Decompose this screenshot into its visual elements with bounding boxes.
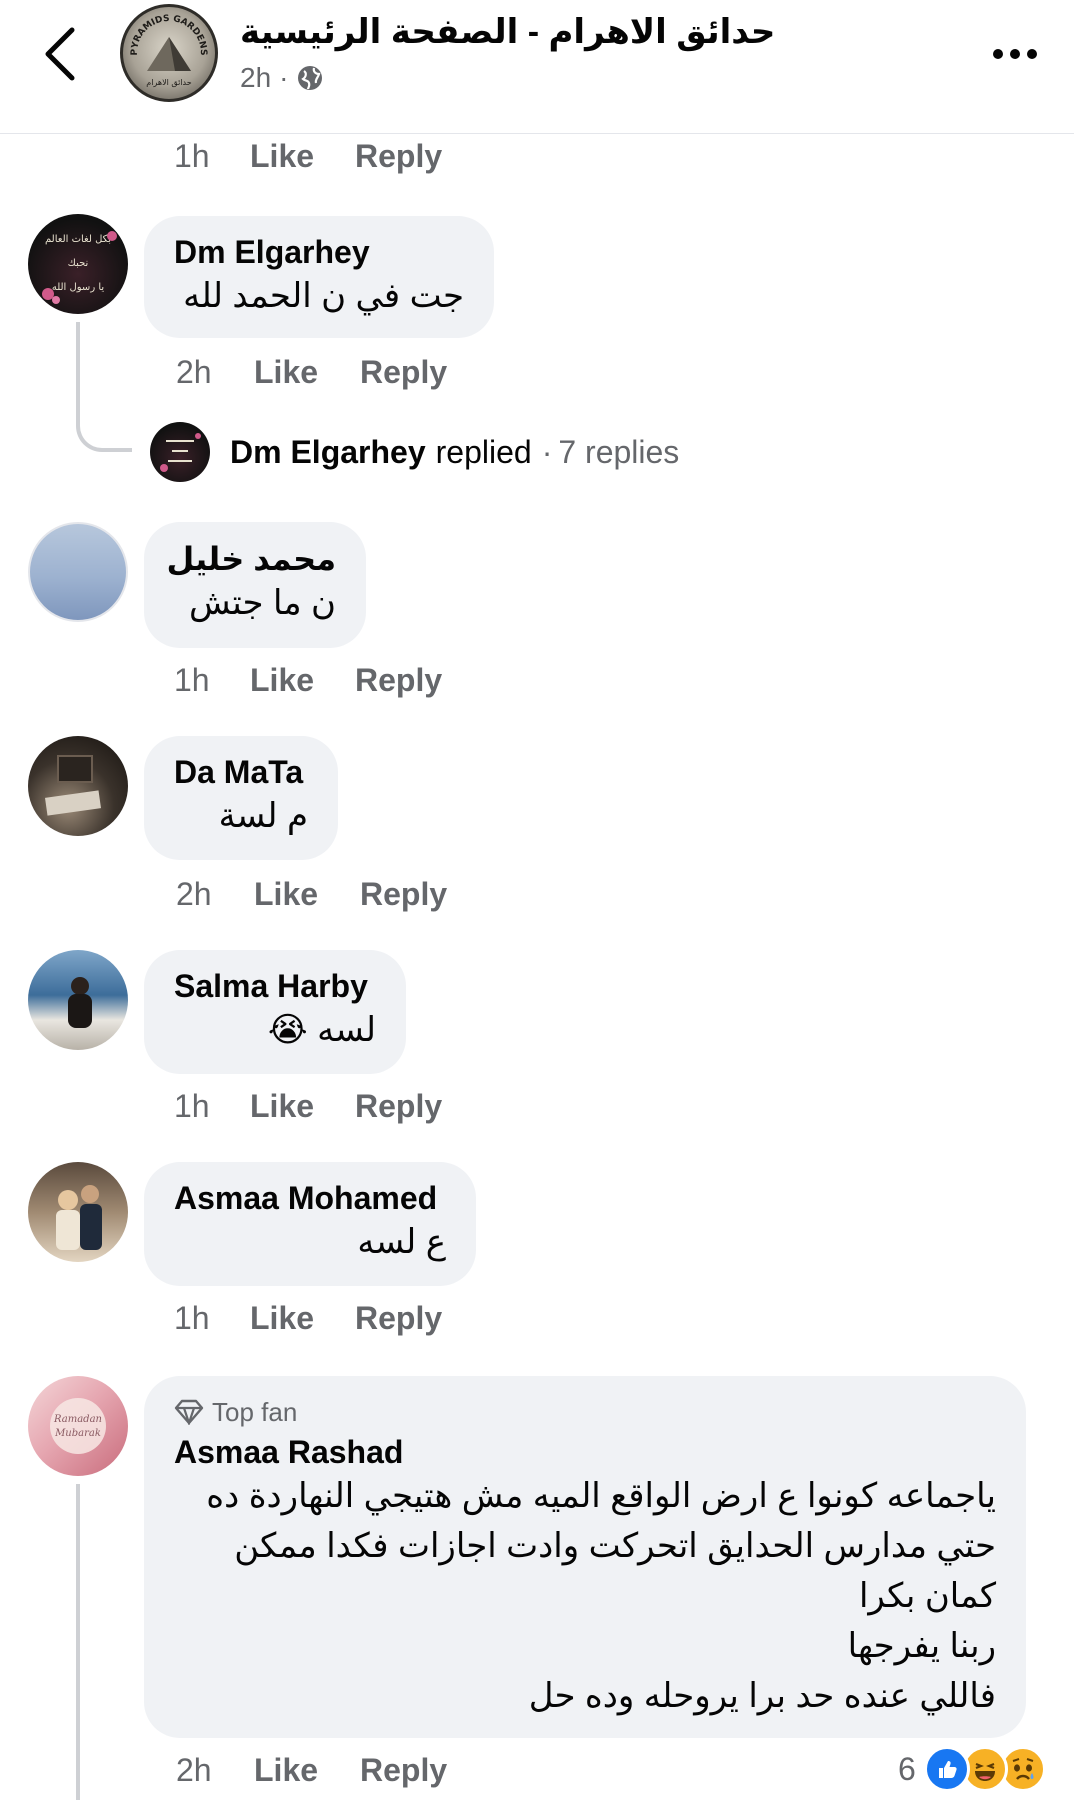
svg-text:بكل لغات العالم: بكل لغات العالم (45, 234, 111, 245)
like-button[interactable]: Like (250, 1300, 355, 1337)
reply-avatar (150, 422, 210, 482)
replied-label: replied (435, 433, 532, 470)
dot-icon (993, 49, 1003, 59)
avatar-image: Ramadan Mubarak (50, 1398, 106, 1454)
chevron-left-icon (45, 27, 75, 81)
more-options-button[interactable] (985, 34, 1045, 74)
reply-button[interactable]: Reply (355, 1300, 442, 1337)
like-button[interactable]: Like (250, 662, 355, 699)
reactions-summary[interactable]: 6 (898, 1746, 1046, 1792)
commenter-name[interactable]: Asmaa Mohamed (174, 1180, 446, 1217)
reply-button[interactable]: Reply (355, 1088, 442, 1125)
comment-time[interactable]: 2h (176, 876, 254, 913)
comment-time[interactable]: 2h (176, 354, 254, 391)
like-button[interactable]: Like (250, 1088, 355, 1125)
pyramids-logo: PYRAMIDS GARDENS حدائق الاهرام (130, 14, 208, 87)
svg-text:يا رسول الله: يا رسول الله (52, 282, 105, 293)
svg-text:Mubarak: Mubarak (54, 1428, 101, 1439)
crying-emoji: 😭 (267, 1010, 308, 1050)
comment-bubble[interactable]: محمد خليل ن ما جتش (144, 522, 366, 648)
thread-line (76, 1484, 80, 1800)
comment-bubble[interactable]: Dm Elgarhey جت في ن الحمد لله (144, 216, 494, 338)
comment-text-line: ربنا يفرجها (847, 1627, 996, 1665)
commenter-avatar[interactable]: بكل لغات العالم نحبك يا رسول الله (28, 214, 128, 314)
comment-bubble[interactable]: Da MaTa م لسة (144, 736, 338, 860)
comment-actions: 2h Like Reply (176, 876, 447, 913)
reply-button[interactable]: Reply (355, 662, 442, 699)
svg-text:نحبك: نحبك (68, 258, 89, 269)
like-button[interactable]: Like (254, 354, 360, 391)
comment-text-line: كمان بكرا (858, 1577, 996, 1615)
svg-text:حدائق الاهرام: حدائق الاهرام (146, 78, 191, 87)
like-reaction-icon (923, 1746, 970, 1792)
comment-bubble[interactable]: Salma Harby لسه 😭 (144, 950, 406, 1074)
replier-name[interactable]: Dm Elgarhey (230, 434, 426, 471)
comment-text: ن ما جتش (188, 584, 336, 622)
reply-button[interactable]: Reply (360, 1752, 447, 1789)
commenter-name[interactable]: Dm Elgarhey (174, 234, 464, 271)
like-button[interactable]: Like (254, 1752, 360, 1789)
avatar-image: بكل لغات العالم نحبك يا رسول الله (42, 231, 117, 304)
comment-time[interactable]: 1h (174, 138, 250, 175)
commenter-name[interactable]: محمد خليل (167, 540, 336, 578)
meta-separator: · (279, 62, 289, 93)
dot-icon (1010, 49, 1020, 59)
post-header: PYRAMIDS GARDENS حدائق الاهرام حدائق الا… (0, 0, 1074, 134)
commenter-avatar[interactable] (28, 1162, 128, 1262)
badge-label: Top fan (212, 1396, 298, 1427)
diamond-icon (174, 1399, 204, 1425)
commenter-name[interactable]: Da MaTa (174, 754, 308, 791)
comment-actions: 1h Like Reply (174, 1300, 442, 1337)
comment-bubble[interactable]: Top fan Asmaa Rashad ياجماعه كونوا ع ارض… (144, 1376, 1026, 1738)
post-meta: 2h · (240, 62, 324, 94)
comment-actions: 1h Like Reply (174, 1088, 442, 1125)
avatar-image (68, 977, 92, 1028)
comment-actions: 2h Like Reply (176, 354, 447, 391)
view-replies-link[interactable]: Dm Elgarhey replied · 7 replies (150, 422, 679, 482)
back-button[interactable] (38, 22, 82, 86)
reply-count: 7 replies (558, 433, 680, 470)
globe-icon (298, 66, 323, 90)
svg-text:Ramadan: Ramadan (53, 1414, 102, 1425)
comment-time[interactable]: 1h (174, 1300, 250, 1337)
top-fan-badge: Top fan (174, 1392, 996, 1432)
comment-text-line: حتي مدارس الحدايق اتحركت وادت اجازات فكد… (234, 1527, 996, 1565)
page-avatar[interactable]: PYRAMIDS GARDENS حدائق الاهرام (120, 4, 218, 102)
comment-time[interactable]: 2h (176, 1752, 254, 1789)
reply-connector (76, 322, 132, 452)
commenter-avatar[interactable] (28, 950, 128, 1050)
avatar-image (160, 433, 201, 472)
avatar-image (56, 1185, 102, 1250)
comment-actions: 1h Like Reply (174, 138, 442, 175)
page-title[interactable]: حدائق الاهرام - الصفحة الرئيسية (240, 12, 775, 52)
comment-time[interactable]: 1h (174, 1088, 250, 1125)
comment-actions: 1h Like Reply (174, 662, 442, 699)
commenter-avatar[interactable]: Ramadan Mubarak (28, 1376, 128, 1476)
commenter-name[interactable]: Asmaa Rashad (174, 1434, 996, 1471)
comment-time[interactable]: 1h (174, 662, 250, 699)
commenter-avatar[interactable] (28, 522, 128, 622)
comment-bubble[interactable]: Asmaa Mohamed ع لسه (144, 1162, 476, 1286)
comment-text: لسه 😭 (174, 1005, 376, 1055)
like-button[interactable]: Like (250, 138, 355, 175)
comment-text-line: ياجماعه كونوا ع ارض الواقع الميه مش هتيج… (206, 1477, 996, 1515)
comment-actions: 2h Like Reply (176, 1752, 447, 1789)
commenter-avatar[interactable] (28, 736, 128, 836)
reply-button[interactable]: Reply (360, 354, 447, 391)
reply-button[interactable]: Reply (355, 138, 442, 175)
avatar-image (45, 755, 101, 816)
comment-text: ع لسه (357, 1223, 446, 1261)
commenter-name[interactable]: Salma Harby (174, 968, 376, 1005)
like-button[interactable]: Like (254, 876, 360, 913)
comment-text: جت في ن الحمد لله (183, 277, 464, 315)
comment-text: م لسة (218, 797, 308, 835)
comment-text-content: لسه (317, 1011, 376, 1049)
dot-icon (1027, 49, 1037, 59)
meta-separator: · (541, 433, 553, 470)
reaction-count: 6 (898, 1750, 916, 1787)
reply-button[interactable]: Reply (360, 876, 447, 913)
comment-text-line: فاللي عنده حد برا يروحله وده حل (528, 1677, 996, 1715)
post-time[interactable]: 2h (240, 62, 271, 94)
